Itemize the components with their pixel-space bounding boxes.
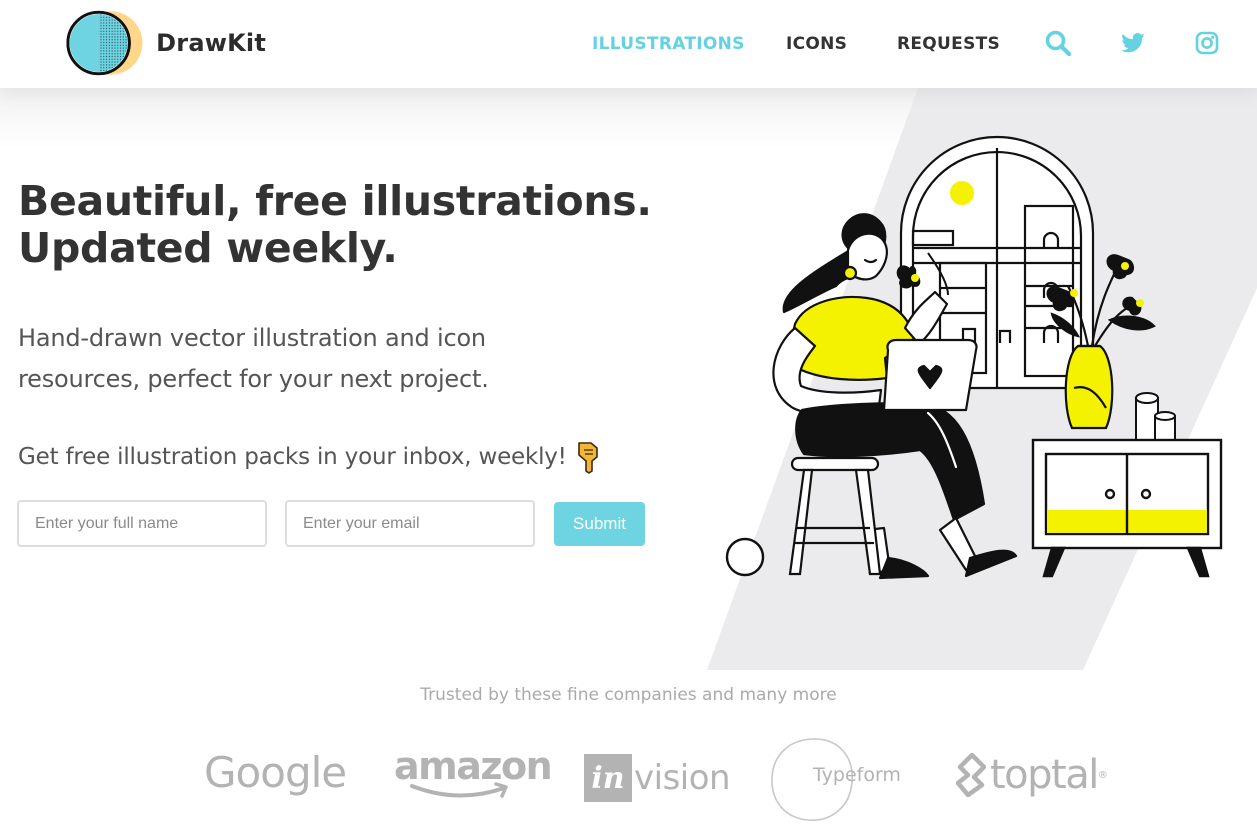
full-name-input[interactable] bbox=[17, 500, 267, 547]
twitter-icon[interactable] bbox=[1118, 28, 1148, 58]
invision-logo: in vision bbox=[584, 752, 731, 804]
hero-subheading: Hand-drawn vector illustration and icon … bbox=[18, 318, 578, 400]
toptal-logo: toptal ® bbox=[956, 752, 1108, 798]
ball bbox=[725, 537, 765, 577]
nav-requests[interactable]: REQUESTS bbox=[897, 34, 1000, 54]
nav-icons[interactable]: ICONS bbox=[786, 34, 847, 54]
hero-headline: Beautiful, free illustrations. Updated w… bbox=[18, 178, 658, 272]
drawkit-logo-icon bbox=[66, 10, 143, 76]
email-input[interactable] bbox=[285, 500, 535, 547]
amazon-logo: amazon bbox=[394, 744, 553, 798]
nav-illustrations[interactable]: ILLUSTRATIONS bbox=[592, 34, 745, 54]
subhead-line-1: Hand-drawn vector illustration and icon bbox=[18, 324, 486, 352]
instagram-icon[interactable] bbox=[1192, 28, 1222, 58]
newsletter-cta: Get free illustration packs in your inbo… bbox=[18, 440, 601, 474]
newsletter-cta-text: Get free illustration packs in your inbo… bbox=[18, 444, 567, 470]
subhead-line-2: resources, perfect for your next project… bbox=[18, 365, 489, 393]
google-logo: Google bbox=[204, 748, 347, 797]
invision-wordmark: vision bbox=[634, 758, 731, 798]
sun bbox=[950, 181, 974, 205]
amazon-smile-icon bbox=[410, 782, 508, 798]
trusted-caption: Trusted by these fine companies and many… bbox=[420, 685, 837, 705]
headline-line-2: Updated weekly. bbox=[18, 224, 398, 272]
headline-line-1: Beautiful, free illustrations. bbox=[18, 177, 652, 225]
submit-button[interactable]: Submit bbox=[554, 502, 645, 546]
typeform-logo: Typeform bbox=[813, 764, 901, 786]
brand-name: DrawKit bbox=[156, 29, 266, 57]
toptal-wordmark: toptal bbox=[990, 752, 1099, 798]
search-icon[interactable] bbox=[1043, 28, 1073, 58]
pointing-down-hand-icon bbox=[577, 442, 598, 474]
toptal-registered-mark: ® bbox=[1097, 769, 1108, 781]
logo[interactable]: DrawKit bbox=[66, 8, 266, 78]
hero-illustration bbox=[707, 88, 1257, 670]
toptal-mark-icon bbox=[956, 753, 986, 797]
invision-box: in bbox=[584, 754, 632, 802]
site-header: DrawKit ILLUSTRATIONS ICONS REQUESTS bbox=[0, 0, 1257, 88]
